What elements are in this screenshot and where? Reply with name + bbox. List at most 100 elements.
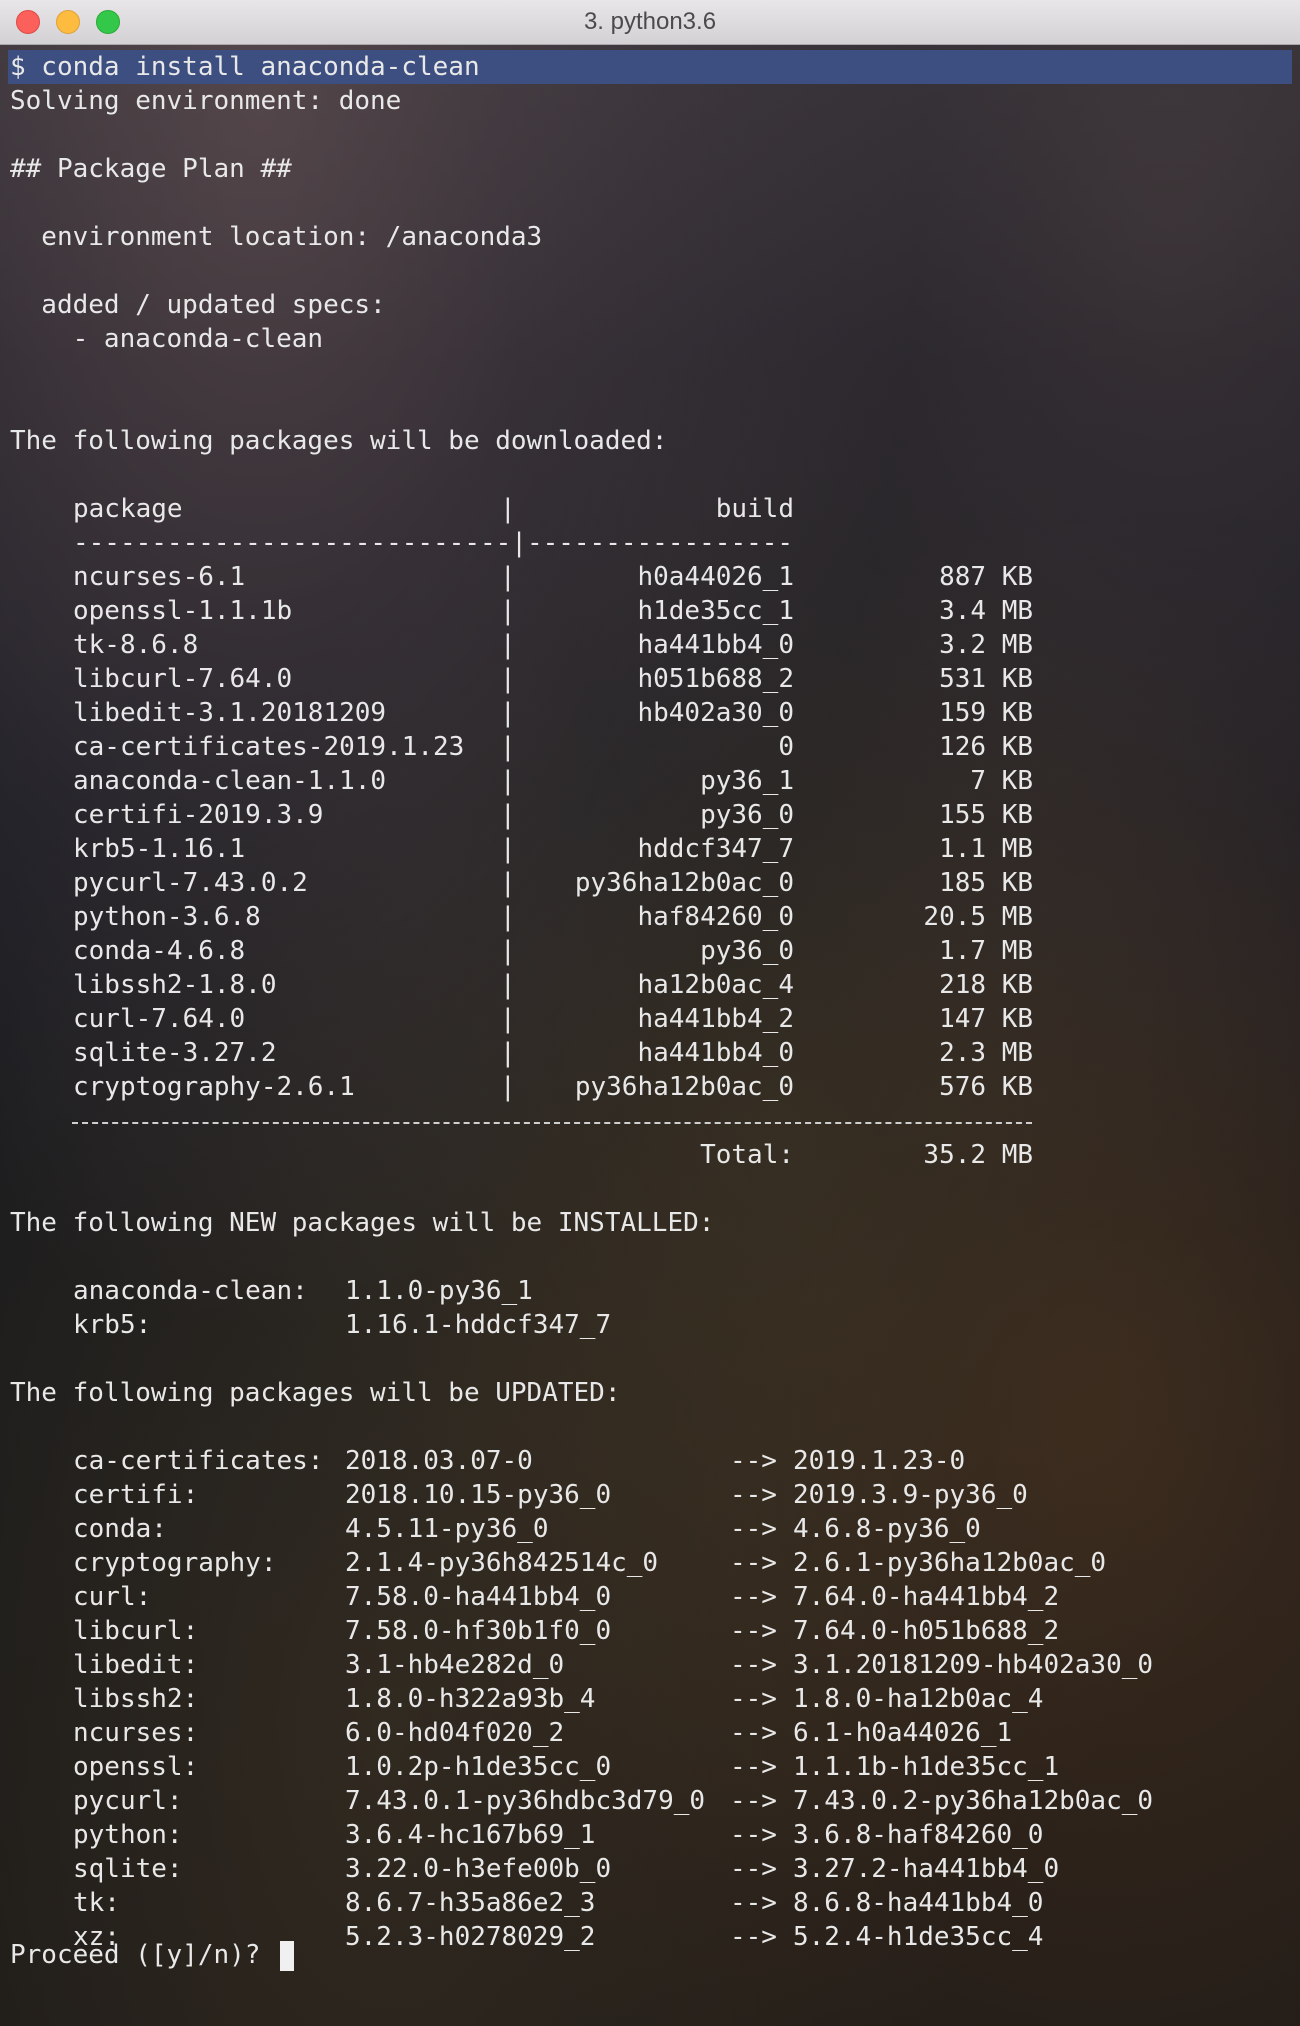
terminal-output[interactable]: $ conda install anaconda-clean Solving e… (0, 50, 1300, 2026)
updated-package-to: 4.6.8-py36_0 (793, 1514, 981, 1544)
download-package: tk-8.6.8 (73, 630, 199, 660)
updated-package-from: 1.0.2p-h1de35cc_0 (345, 1752, 612, 1782)
download-build: h051b688_2 (637, 664, 794, 694)
download-divider: | (500, 834, 516, 864)
download-size: 3.2 MB (939, 630, 1033, 660)
updated-package-from: 8.6.7-h35a86e2_3 (345, 1888, 596, 1918)
download-row: ncurses-6.1 | h0a44026_1 887 KB (0, 560, 1300, 594)
download-build: ha441bb4_2 (637, 1004, 794, 1034)
updated-package-row: cryptography: 2.1.4-py36h842514c_0 --> 2.6.… (0, 1546, 1300, 1580)
download-divider: | (500, 562, 516, 592)
download-row: pycurl-7.43.0.2 | py36ha12b0ac_0 185 KB (0, 866, 1300, 900)
download-build: ha441bb4_0 (637, 630, 794, 660)
prompt-wrap: Proceed ([y]/n)? (10, 1938, 295, 1972)
solving-text: Solving environment: done (10, 86, 402, 116)
download-package: ca-certificates-2019.1.23 (73, 732, 465, 762)
download-size: 576 KB (939, 1072, 1033, 1102)
updated-package-to: 5.2.4-h1de35cc_4 (793, 1922, 1044, 1952)
updated-package-to: 3.6.8-haf84260_0 (793, 1820, 1044, 1850)
text-cursor (280, 1940, 295, 1971)
new-package-name: anaconda-clean: (73, 1276, 308, 1306)
updated-package-from: 2018.10.15-py36_0 (345, 1480, 612, 1510)
download-row: sqlite-3.27.2 | ha441bb4_0 2.3 MB (0, 1036, 1300, 1070)
download-package: ncurses-6.1 (73, 562, 246, 592)
total-label: Total: (700, 1140, 794, 1170)
download-row: ca-certificates-2019.1.23 | 0 126 KB (0, 730, 1300, 764)
updated-package-row: pycurl: 7.43.0.1-py36hdbc3d79_0 --> 7.43.0.… (0, 1784, 1300, 1818)
updated-package-from: 3.6.4-hc167b69_1 (345, 1820, 596, 1850)
update-arrow: --> (730, 1854, 777, 1884)
updated-package-name: certifi: (73, 1480, 199, 1510)
download-size: 7 KB (970, 766, 1033, 796)
download-build: py36ha12b0ac_0 (574, 1072, 794, 1102)
updated-package-from: 3.22.0-h3efe00b_0 (345, 1854, 612, 1884)
updated-package-row: libcurl: 7.58.0-hf30b1f0_0 --> 7.64.0-h051b… (0, 1614, 1300, 1648)
updated-package-from: 3.1-hb4e282d_0 (345, 1650, 565, 1680)
download-divider: | (500, 664, 516, 694)
updated-package-name: libedit: (73, 1650, 199, 1680)
download-size: 2.3 MB (939, 1038, 1033, 1068)
download-package: sqlite-3.27.2 (73, 1038, 277, 1068)
download-package: cryptography-2.6.1 (73, 1072, 355, 1102)
updated-package-name: libcurl: (73, 1616, 199, 1646)
download-table-header: package | build (0, 492, 1300, 526)
updated-package-row: ncurses: 6.0-hd04f020_2 --> 6.1-h0a44026_1 (0, 1716, 1300, 1750)
updated-package-to: 6.1-h0a44026_1 (793, 1718, 1013, 1748)
spec-item: - anaconda-clean (0, 322, 323, 356)
update-arrow: --> (730, 1820, 777, 1850)
download-divider: | (500, 1072, 516, 1102)
download-build: py36_0 (700, 800, 794, 830)
column-build: build (715, 494, 794, 524)
download-row: tk-8.6.8 | ha441bb4_0 3.2 MB (0, 628, 1300, 662)
updated-package-from: 6.0-hd04f020_2 (345, 1718, 565, 1748)
proceed-prompt[interactable]: Proceed ([y]/n)? (0, 1938, 295, 1972)
updated-package-row: curl: 7.58.0-ha441bb4_0 --> 7.64.0-ha441bb4… (0, 1580, 1300, 1614)
column-package: package (73, 494, 183, 524)
download-total: Total: 35.2 MB (0, 1138, 1300, 1172)
updated-package-from: 5.2.3-h0278029_2 (345, 1922, 596, 1952)
download-divider: | (500, 698, 516, 728)
download-row: openssl-1.1.1b | h1de35cc_1 3.4 MB (0, 594, 1300, 628)
updated-package-from: 2018.03.07-0 (345, 1446, 533, 1476)
update-arrow: --> (730, 1922, 777, 1952)
download-row: conda-4.6.8 | py36_0 1.7 MB (0, 934, 1300, 968)
updated-package-name: conda: (73, 1514, 167, 1544)
download-divider: | (500, 902, 516, 932)
download-size: 3.4 MB (939, 596, 1033, 626)
download-package: python-3.6.8 (73, 902, 261, 932)
download-build: ha12b0ac_4 (637, 970, 794, 1000)
updated-package-row: ca-certificates: 2018.03.07-0 --> 2019.1.23… (0, 1444, 1300, 1478)
download-build: py36_0 (700, 936, 794, 966)
new-package-row: anaconda-clean: 1.1.0-py36_1 (0, 1274, 1300, 1308)
download-build: h1de35cc_1 (637, 596, 794, 626)
updated-package-name: curl: (73, 1582, 152, 1612)
download-size: 20.5 MB (923, 902, 1033, 932)
download-row: cryptography-2.6.1 | py36ha12b0ac_0 576 KB (0, 1070, 1300, 1104)
updated-package-to: 3.27.2-ha441bb4_0 (793, 1854, 1060, 1884)
download-size: 1.7 MB (939, 936, 1033, 966)
prompt-text: Proceed ([y]/n)? (10, 1940, 277, 1970)
update-arrow: --> (730, 1752, 777, 1782)
downloaded-header: The following packages will be downloade… (0, 424, 667, 458)
updated-package-row: certifi: 2018.10.15-py36_0 --> 2019.3.9-py3… (0, 1478, 1300, 1512)
title-bar[interactable]: 3. python3.6 (0, 0, 1300, 45)
download-row: python-3.6.8 | haf84260_0 20.5 MB (0, 900, 1300, 934)
updated-package-name: pycurl: (73, 1786, 183, 1816)
download-size: 159 KB (939, 698, 1033, 728)
update-arrow: --> (730, 1480, 777, 1510)
download-divider: | (500, 766, 516, 796)
spec-item-text: - anaconda-clean (10, 324, 324, 354)
updated-package-row: sqlite: 3.22.0-h3efe00b_0 --> 3.27.2-ha441b… (0, 1852, 1300, 1886)
download-row: libssh2-1.8.0 | ha12b0ac_4 218 KB (0, 968, 1300, 1002)
download-package: libedit-3.1.20181209 (73, 698, 387, 728)
download-build: hddcf347_7 (637, 834, 794, 864)
updated-package-from: 7.58.0-hf30b1f0_0 (345, 1616, 612, 1646)
download-build: hb402a30_0 (637, 698, 794, 728)
download-divider: | (500, 868, 516, 898)
updated-package-to: 2019.3.9-py36_0 (793, 1480, 1028, 1510)
column-divider: | (500, 494, 516, 524)
updated-package-to: 7.64.0-h051b688_2 (793, 1616, 1060, 1646)
updated-package-to: 1.1.1b-h1de35cc_1 (793, 1752, 1060, 1782)
updated-package-to: 7.43.0.2-py36ha12b0ac_0 (793, 1786, 1154, 1816)
new-header-text: The following NEW packages will be INSTA… (10, 1208, 715, 1238)
